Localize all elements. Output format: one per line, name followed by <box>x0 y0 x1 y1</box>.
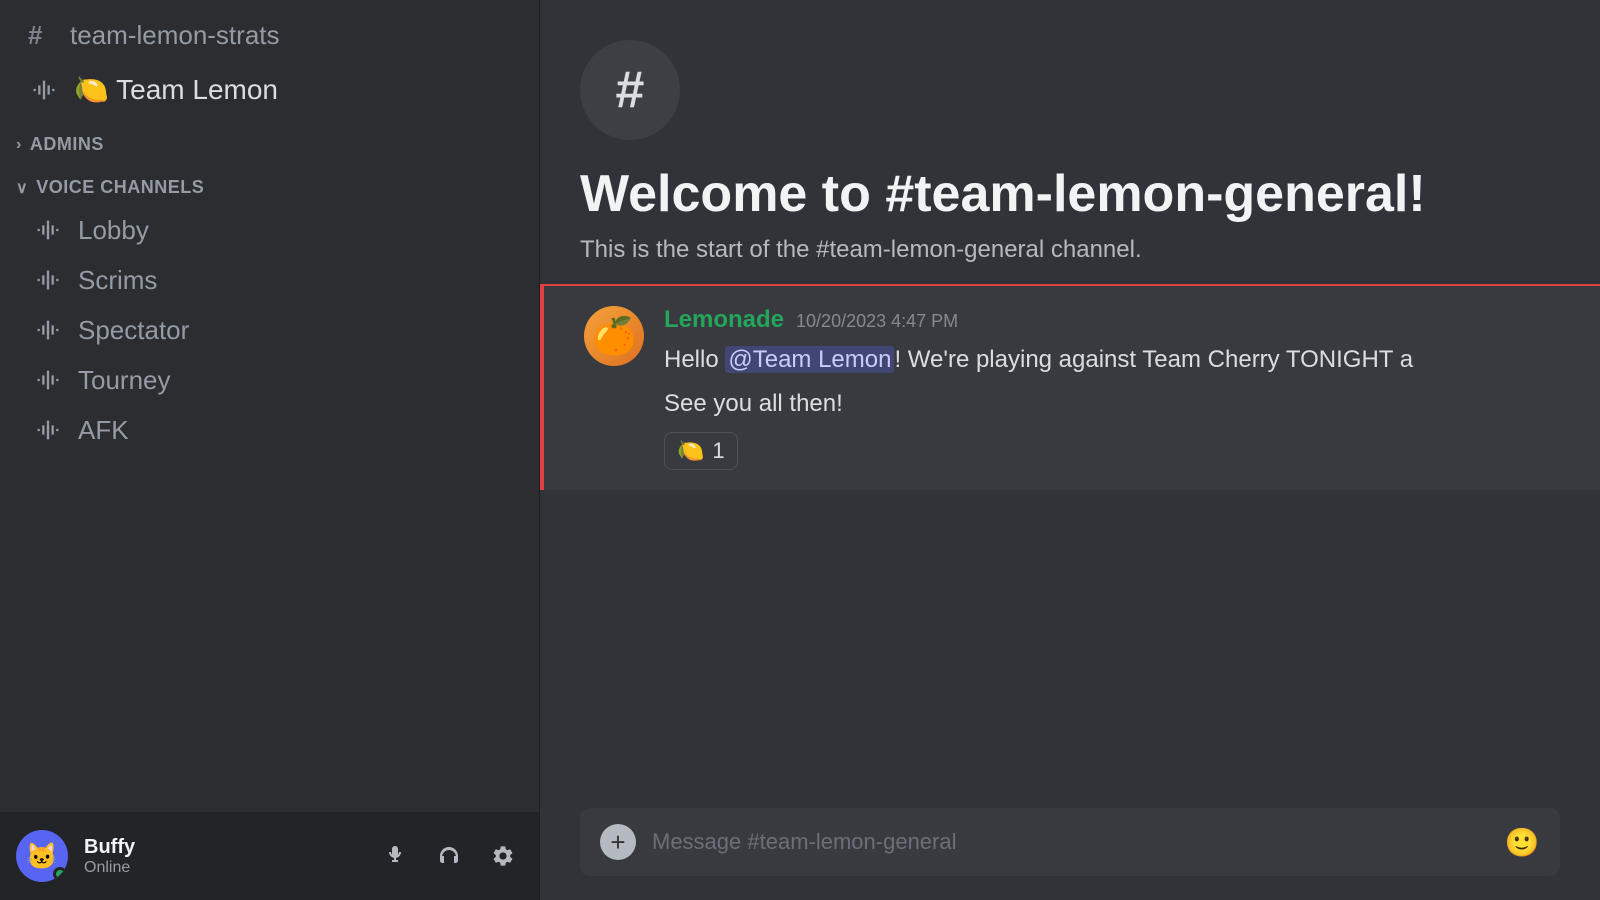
voice-channel-lobby[interactable]: Lobby <box>8 206 531 254</box>
voice-icon-afk <box>32 414 64 446</box>
voice-channel-spectator[interactable]: Spectator <box>8 306 531 354</box>
hash-symbol: # <box>616 60 645 120</box>
main-content: # Welcome to #team-lemon-general! This i… <box>540 0 1600 900</box>
settings-button[interactable] <box>483 836 523 876</box>
channel-item-team-lemon-voice[interactable]: 🍋 Team Lemon <box>8 63 531 116</box>
hash-icon: # <box>28 20 56 51</box>
voice-channel-afk-label: AFK <box>78 415 129 446</box>
message-avatar: 🍊 <box>584 306 644 366</box>
welcome-subtitle: This is the start of the #team-lemon-gen… <box>580 236 1560 264</box>
voice-icon-scrims <box>32 264 64 296</box>
chevron-right-icon: › <box>16 136 22 154</box>
online-status-indicator <box>53 867 67 881</box>
user-info: Buffy Online <box>84 836 359 877</box>
headphones-button[interactable] <box>429 836 469 876</box>
message-input-area: + 🙂 <box>540 792 1600 900</box>
emoji-button[interactable]: 🙂 <box>1504 824 1540 860</box>
message-author: Lemonade <box>664 306 784 334</box>
username: Buffy <box>84 836 359 859</box>
voice-channel-lobby-label: Lobby <box>78 215 149 246</box>
message-text-line2: See you all then! <box>664 390 1560 418</box>
message-header: Lemonade 10/20/2023 4:47 PM <box>664 306 1560 334</box>
voice-icon-tourney <box>32 364 64 396</box>
welcome-title: Welcome to #team-lemon-general! <box>580 164 1560 224</box>
section-admins-label: ADMINS <box>30 134 104 155</box>
reaction-lemon[interactable]: 🍋 1 <box>664 432 738 470</box>
add-attachment-button[interactable]: + <box>600 824 636 860</box>
voice-icon-lobby <box>32 214 64 246</box>
section-admins[interactable]: › ADMINS <box>0 118 539 161</box>
message-timestamp: 10/20/2023 4:47 PM <box>796 311 958 332</box>
message-input[interactable] <box>652 829 1488 855</box>
reaction-emoji: 🍋 <box>677 438 704 464</box>
section-voice-label: VOICE CHANNELS <box>36 177 204 198</box>
voice-channel-scrims-label: Scrims <box>78 265 157 296</box>
emoji-icon-symbol: 🙂 <box>1505 826 1540 859</box>
avatar-emoji: 🐱 <box>26 841 58 872</box>
sidebar: # team-lemon-strats 🍋 Team Lemon › ADMIN… <box>0 0 540 900</box>
reaction-count: 1 <box>712 438 724 464</box>
avatar-emoji: 🍊 <box>592 315 637 357</box>
voice-channel-tourney[interactable]: Tourney <box>8 356 531 404</box>
voice-icon-spectator <box>32 314 64 346</box>
plus-icon: + <box>610 827 625 858</box>
channel-name-team-lemon: 🍋 Team Lemon <box>74 73 278 106</box>
message-input-container: + 🙂 <box>580 808 1560 876</box>
user-controls <box>375 836 523 876</box>
messages-area: 🍊 Lemonade 10/20/2023 4:47 PM Hello @Tea… <box>540 286 1600 792</box>
message-text-line1: Hello @Team Lemon! We're playing against… <box>664 342 1560 378</box>
avatar: 🐱 <box>16 830 68 882</box>
voice-channel-afk[interactable]: AFK <box>8 406 531 454</box>
user-status: Online <box>84 859 359 877</box>
channel-icon: # <box>580 40 680 140</box>
voice-channel-scrims[interactable]: Scrims <box>8 256 531 304</box>
user-area: 🐱 Buffy Online <box>0 812 539 900</box>
channel-list: # team-lemon-strats 🍋 Team Lemon › ADMIN… <box>0 0 539 812</box>
channel-item-strats[interactable]: # team-lemon-strats <box>8 10 531 61</box>
channel-welcome: # Welcome to #team-lemon-general! This i… <box>540 0 1600 284</box>
voice-icon <box>28 74 60 106</box>
section-voice-channels[interactable]: ∨ VOICE CHANNELS <box>0 161 539 204</box>
voice-channel-tourney-label: Tourney <box>78 365 171 396</box>
channel-name-strats: team-lemon-strats <box>70 20 280 51</box>
chevron-down-icon: ∨ <box>16 178 28 198</box>
message-content: Lemonade 10/20/2023 4:47 PM Hello @Team … <box>664 306 1560 470</box>
mention-team-lemon[interactable]: @Team Lemon <box>725 346 894 373</box>
mic-button[interactable] <box>375 836 415 876</box>
message-item: 🍊 Lemonade 10/20/2023 4:47 PM Hello @Tea… <box>540 286 1600 490</box>
voice-channel-spectator-label: Spectator <box>78 315 189 346</box>
